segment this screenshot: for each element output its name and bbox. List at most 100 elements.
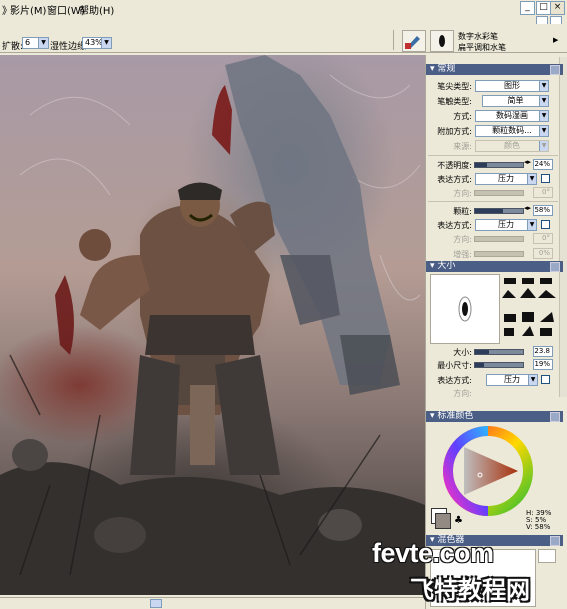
enhance-slider (474, 251, 524, 257)
wet-edge-dropdown-arrow[interactable]: ▼ (101, 37, 112, 49)
panel-close-icon[interactable] (550, 65, 560, 75)
spread-dropdown-arrow[interactable]: ▼ (38, 37, 49, 49)
grain-expression-label: 表达方式: (437, 221, 472, 230)
subcategory-label: 附加方式: (437, 127, 472, 136)
grain-invert-checkbox[interactable] (541, 220, 550, 229)
opacity-slider[interactable] (474, 162, 524, 168)
mixer-swatch[interactable] (538, 549, 556, 563)
size-panel-title: 大小 (437, 261, 456, 271)
property-bar: 扩散: 6 ▼ 湿性边缘: 43% ▼ 数字水彩笔 扁平调和水笔 ▶ (0, 24, 567, 53)
brush-size-preview (430, 274, 500, 344)
opacity-expression-dropdown[interactable]: 压力 ▼ (475, 173, 537, 185)
menu-bar: 》 影片(M) 窗口(W) 帮助(H) _ □ × (0, 0, 567, 19)
grain-direction-value: 0° (533, 233, 553, 244)
opacity-label: 不透明度: (437, 161, 472, 170)
brush-variant[interactable]: 扁平调和水笔 (458, 42, 506, 53)
tip-type-label: 笔尖类型: (437, 82, 472, 91)
grain-value[interactable]: 58% (533, 205, 553, 216)
opacity-value[interactable]: 24% (533, 159, 553, 170)
subcategory-dropdown[interactable]: 颗粒数码... ▼ (475, 125, 549, 137)
eyedropper-icon[interactable]: ♣ (454, 515, 463, 526)
watermark-url: fevte.com (372, 538, 494, 568)
divider (428, 155, 558, 156)
dab-shape-grid[interactable] (500, 274, 558, 342)
opacity-direction-value: 0° (533, 187, 553, 198)
divider (393, 30, 394, 50)
grain-expression-value: 压力 (498, 220, 514, 229)
opacity-slider-fill (475, 163, 487, 167)
enhance-label: 增强: (453, 250, 472, 259)
color-wheel[interactable] (442, 425, 534, 517)
brush-menu-arrow[interactable]: ▶ (553, 36, 558, 44)
size-slider-fill (475, 350, 489, 354)
artwork-canvas[interactable] (0, 55, 425, 595)
method-label: 方式: (453, 112, 472, 121)
opacity-direction-label: 方向: (453, 189, 472, 198)
min-size-value[interactable]: 19% (533, 359, 553, 370)
hue-ring-icon[interactable] (442, 425, 534, 517)
tip-type-dropdown[interactable]: 图形 ▼ (475, 80, 549, 92)
divider (428, 201, 558, 202)
size-expression-value: 压力 (504, 375, 520, 384)
grain-direction-slider (474, 236, 524, 242)
color-panel-header[interactable]: ▾ 标准颜色 (426, 411, 563, 422)
close-button[interactable]: × (550, 1, 565, 15)
opacity-direction-slider (474, 190, 524, 196)
grain-slider-fill (475, 209, 503, 213)
brush-selector-icon[interactable] (402, 30, 426, 52)
opacity-expression-value: 压力 (498, 174, 514, 183)
source-dropdown: 颜色 ▼ (475, 140, 549, 152)
min-size-label: 最小尺寸: (437, 361, 472, 370)
method-value: 数码湿画 (496, 111, 528, 120)
stroke-type-dropdown[interactable]: 简单 ▼ (482, 95, 549, 107)
grain-slider[interactable] (474, 208, 524, 214)
panel-close-icon[interactable] (550, 536, 560, 546)
stroke-type-label: 笔触类型: (437, 97, 472, 106)
source-label: 来源: (453, 142, 472, 151)
opacity-expression-label: 表达方式: (437, 175, 472, 184)
artwork-painting (0, 55, 425, 595)
watermark-site-name: 飞特教程网 (410, 576, 530, 604)
maximize-button[interactable]: □ (536, 1, 551, 15)
panel-scrollbar[interactable] (559, 57, 567, 397)
color-panel-title: 标准颜色 (437, 411, 474, 421)
value-value: V: 58% (526, 523, 551, 531)
canvas-horizontal-scrollbar[interactable] (0, 597, 425, 608)
min-size-slider-fill (475, 363, 484, 367)
grain-expression-dropdown[interactable]: 压力 ▼ (475, 219, 537, 231)
size-value[interactable]: 23.8 (533, 346, 553, 357)
panel-collapse-icon[interactable]: ▾ (430, 411, 435, 421)
size-invert-checkbox[interactable] (541, 375, 550, 384)
size-panel-header[interactable]: ▾ 大小 (426, 261, 563, 272)
source-value: 颜色 (504, 141, 520, 150)
opacity-arrows[interactable]: ◂▸ (524, 158, 531, 166)
tip-type-value: 图形 (504, 81, 520, 90)
min-size-slider[interactable] (474, 362, 524, 368)
panels-dock: ▾ 常规 笔尖类型: 图形 ▼ 笔触类型: 简单 ▼ 方式: 数码湿画 ▼ 附加方式:… (425, 55, 567, 609)
subcategory-value: 颗粒数码... (492, 126, 532, 135)
panel-close-icon[interactable] (550, 262, 560, 272)
panel-close-icon[interactable] (550, 412, 560, 422)
panel-collapse-icon[interactable]: ▾ (430, 261, 435, 271)
method-dropdown[interactable]: 数码湿画 ▼ (475, 110, 549, 122)
size-expression-label: 表达方式: (437, 376, 472, 385)
scroll-thumb[interactable] (150, 599, 162, 608)
menu-help[interactable]: 帮助(H) (79, 2, 114, 17)
brush-dab-icon (458, 296, 472, 322)
size-label: 大小: (453, 348, 472, 357)
brush-variant-icon[interactable] (430, 30, 454, 52)
stroke-type-value: 简单 (507, 96, 524, 105)
minimize-button[interactable]: _ (520, 1, 535, 15)
panel-collapse-icon[interactable]: ▾ (430, 64, 435, 74)
size-expression-dropdown[interactable]: 压力 ▼ (486, 374, 538, 386)
menu-movie[interactable]: 影片(M) (10, 2, 46, 17)
hsv-readout: H: 39% S: 5% V: 58% (526, 510, 551, 531)
opacity-invert-checkbox[interactable] (541, 174, 550, 183)
enhance-value: 0% (533, 248, 553, 259)
primary-color-swatch[interactable] (435, 513, 451, 529)
general-panel-header[interactable]: ▾ 常规 (426, 64, 563, 75)
size-slider[interactable] (474, 349, 524, 355)
dab-shapes-icon[interactable] (500, 274, 558, 342)
brush-category[interactable]: 数字水彩笔 (458, 31, 498, 42)
grain-arrows[interactable]: ◂▸ (524, 204, 531, 212)
